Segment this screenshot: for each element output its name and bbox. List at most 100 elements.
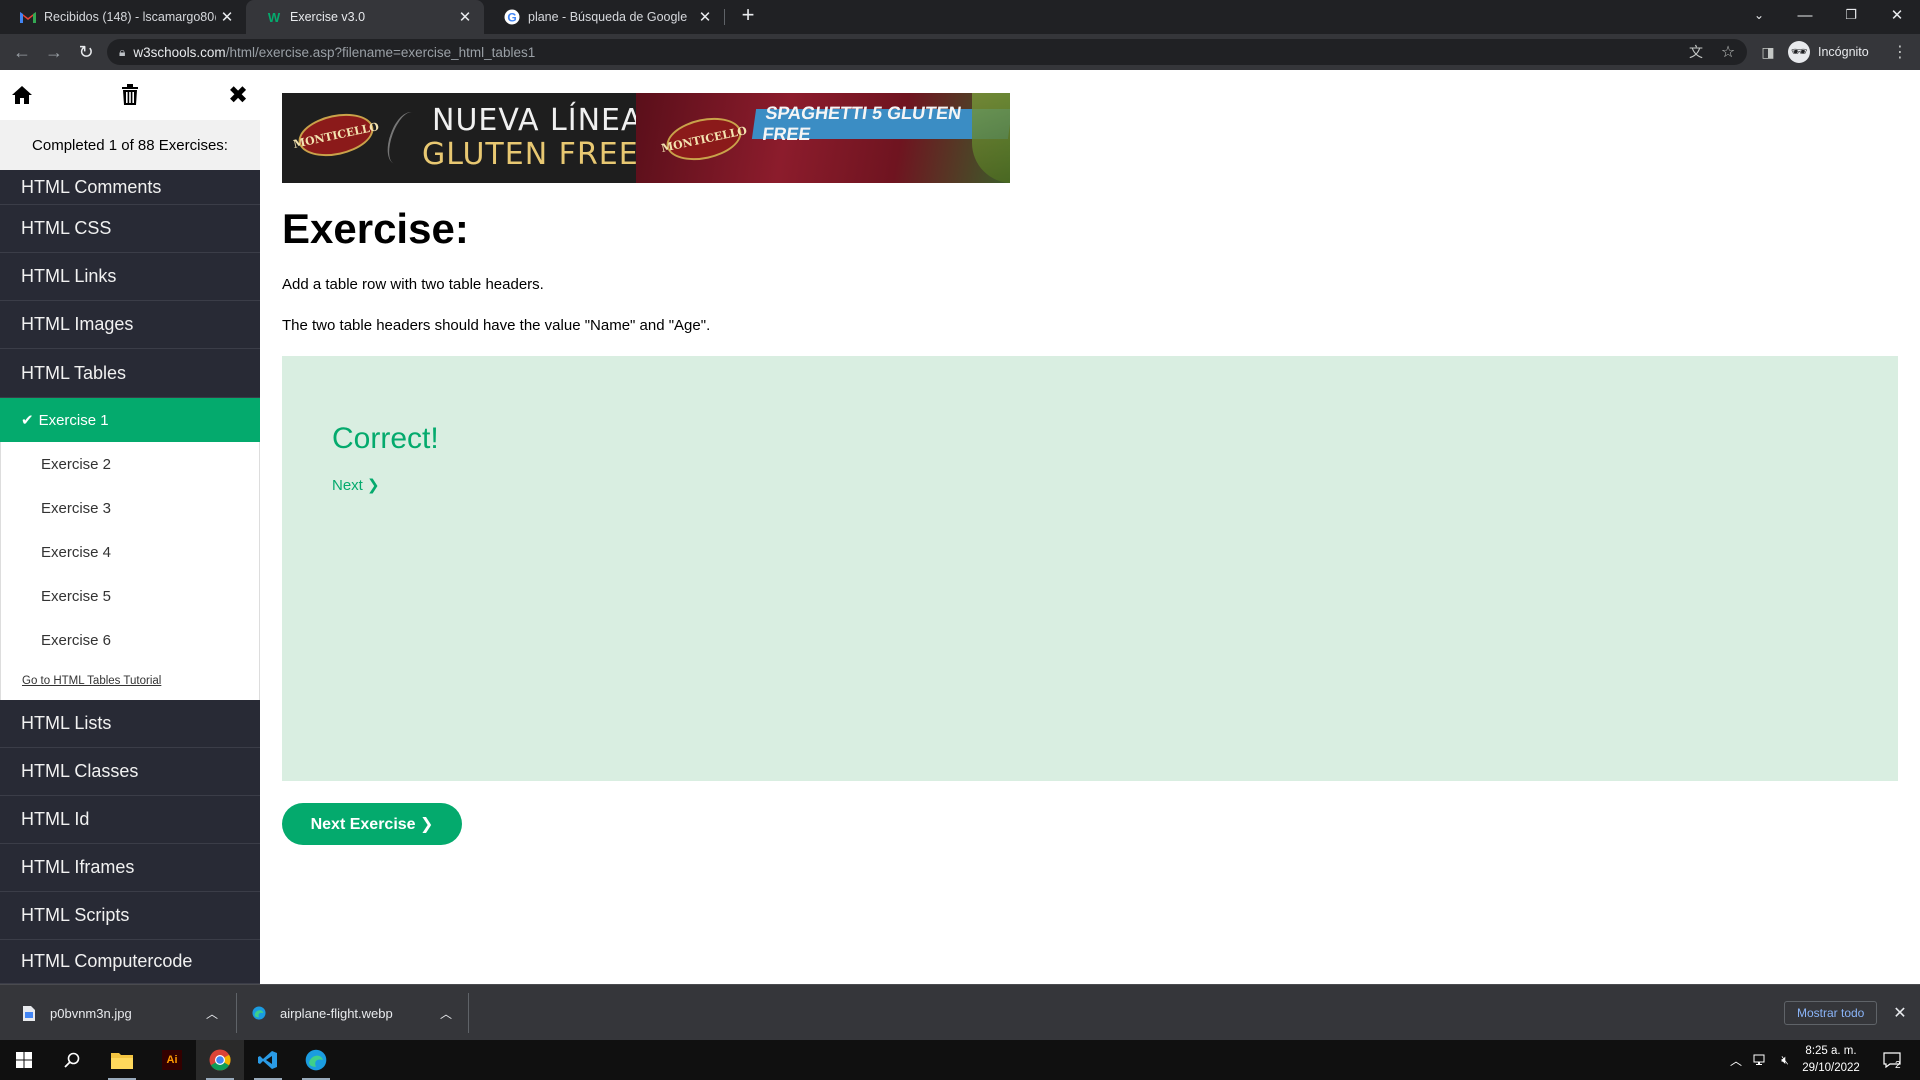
- bookmark-star-icon[interactable]: ☆: [1714, 34, 1742, 70]
- download-filename: airplane-flight.webp: [280, 1005, 393, 1021]
- close-tab-icon[interactable]: ✕: [694, 8, 716, 26]
- chapter-html-images[interactable]: HTML Images: [0, 301, 260, 349]
- edge-icon[interactable]: [292, 1040, 340, 1080]
- browser-tab-bar: Recibidos (148) - lscamargo80@ ✕ W Exerc…: [0, 0, 1920, 34]
- incognito-icon: 🕶︎: [1788, 41, 1810, 63]
- file-icon: [22, 1005, 36, 1021]
- exercise-item-6[interactable]: Exercise 6: [0, 618, 260, 662]
- exercise-item-4[interactable]: Exercise 4: [0, 530, 260, 574]
- tab-search-icon[interactable]: ⌄: [1736, 0, 1782, 30]
- address-bar[interactable]: 🔒︎ w3schools.com /html/exercise.asp?file…: [107, 39, 1747, 65]
- side-panel-icon[interactable]: ◨: [1754, 34, 1782, 70]
- result-message: Correct!: [332, 422, 439, 455]
- checkmark-icon: ✔: [21, 412, 34, 429]
- download-filename: p0bvnm3n.jpg: [50, 1005, 132, 1021]
- chapter-html-comments[interactable]: HTML Comments: [0, 170, 260, 205]
- edge-icon: [252, 1005, 266, 1021]
- exercise-label: Exercise 1: [38, 411, 109, 429]
- forward-icon[interactable]: →: [40, 34, 68, 70]
- network-icon[interactable]: [1750, 1040, 1772, 1080]
- home-icon[interactable]: [7, 80, 37, 110]
- menu-kebab-icon[interactable]: ⋮: [1886, 34, 1914, 70]
- chrome-icon[interactable]: [196, 1040, 244, 1080]
- chapter-html-computercode[interactable]: HTML Computercode: [0, 940, 260, 984]
- download-item[interactable]: p0bvnm3n.jpg ︿: [22, 985, 222, 1041]
- chevron-up-icon[interactable]: ︿: [206, 1005, 218, 1022]
- exercise-item-2[interactable]: Exercise 2: [0, 442, 260, 486]
- google-icon: G: [504, 9, 520, 25]
- next-exercise-button[interactable]: Next Exercise ❯: [282, 803, 462, 845]
- chapter-html-lists[interactable]: HTML Lists: [0, 700, 260, 748]
- back-icon[interactable]: ←: [8, 34, 36, 70]
- profile-label: Incógnito: [1818, 45, 1869, 59]
- system-clock[interactable]: 8:25 a. m. 29/10/2022: [1795, 1043, 1867, 1077]
- lock-icon: 🔒︎: [119, 44, 126, 59]
- minimize-icon[interactable]: —: [1782, 0, 1828, 30]
- ad-product-image: MONTICELLO SPAGHETTI 5 GLUTEN FREE: [636, 93, 1010, 183]
- ad-headline: NUEVA LÍNEA: [432, 103, 643, 138]
- exercise-instruction: The two table headers should have the va…: [282, 317, 711, 334]
- close-tab-icon[interactable]: ✕: [454, 8, 476, 26]
- volume-muted-icon[interactable]: 🔇︎: [1774, 1040, 1796, 1080]
- main-content: MONTICELLO NUEVA LÍNEA GLUTEN FREE MONTI…: [260, 70, 1920, 984]
- ad-subheadline: GLUTEN FREE: [422, 137, 639, 172]
- svg-text:G: G: [507, 11, 516, 25]
- chapter-html-scripts[interactable]: HTML Scripts: [0, 892, 260, 940]
- close-tab-icon[interactable]: ✕: [216, 8, 238, 26]
- windows-taskbar: Ai ︿ 🔇︎ 8:25 a. m. 29/10/2022 2: [0, 1040, 1920, 1080]
- tab-title: Recibidos (148) - lscamargo80@: [44, 10, 216, 24]
- ad-banner[interactable]: MONTICELLO NUEVA LÍNEA GLUTEN FREE MONTI…: [282, 93, 1010, 183]
- file-explorer-icon[interactable]: [98, 1040, 146, 1080]
- search-icon[interactable]: [48, 1040, 96, 1080]
- sidebar-toolbar: ✖: [0, 70, 260, 120]
- incognito-indicator[interactable]: 🕶︎ Incógnito: [1788, 40, 1869, 64]
- ad-leaf-decoration: [972, 93, 1010, 183]
- chapter-html-iframes[interactable]: HTML Iframes: [0, 844, 260, 892]
- url-path: /html/exercise.asp?filename=exercise_htm…: [225, 44, 536, 60]
- brand-logo: MONTICELLO: [292, 107, 380, 163]
- tab-google[interactable]: G plane - Búsqueda de Google ✕: [484, 0, 724, 34]
- chapter-html-css[interactable]: HTML CSS: [0, 205, 260, 253]
- restore-icon[interactable]: ❐: [1828, 0, 1874, 30]
- next-link[interactable]: Next ❯: [332, 476, 380, 494]
- tab-gmail[interactable]: Recibidos (148) - lscamargo80@ ✕: [0, 0, 246, 34]
- w3schools-icon: W: [267, 9, 281, 25]
- chapter-html-links[interactable]: HTML Links: [0, 253, 260, 301]
- notification-center-icon[interactable]: 2: [1874, 1040, 1910, 1080]
- show-all-button[interactable]: Mostrar todo: [1784, 1001, 1878, 1025]
- exercise-item-5[interactable]: Exercise 5: [0, 574, 260, 618]
- exercise-sidebar: ✖ Completed 1 of 88 Exercises: HTML Comm…: [0, 70, 260, 984]
- download-item[interactable]: airplane-flight.webp ︿: [252, 985, 452, 1041]
- gmail-icon: [20, 9, 36, 25]
- tab-exercise[interactable]: W Exercise v3.0 ✕: [246, 0, 484, 34]
- close-icon[interactable]: ✕: [1888, 1001, 1912, 1025]
- windows-start-icon[interactable]: [0, 1040, 48, 1080]
- close-window-icon[interactable]: ✕: [1874, 0, 1920, 30]
- exercise-instruction: Add a table row with two table headers.: [282, 276, 544, 293]
- reload-icon[interactable]: ↻: [72, 34, 100, 70]
- trash-icon[interactable]: [115, 80, 145, 110]
- chevron-up-icon[interactable]: ︿: [440, 1005, 452, 1022]
- close-icon[interactable]: ✖: [223, 80, 253, 110]
- result-panel: Correct! Next ❯: [282, 356, 1898, 781]
- translate-icon[interactable]: ⽂: [1682, 34, 1710, 70]
- tutorial-link[interactable]: Go to HTML Tables Tutorial: [0, 662, 260, 700]
- illustrator-icon[interactable]: Ai: [148, 1040, 196, 1080]
- exercise-item-3[interactable]: Exercise 3: [0, 486, 260, 530]
- chevron-up-icon[interactable]: ︿: [1726, 1040, 1746, 1080]
- download-bar: p0bvnm3n.jpg ︿ airplane-flight.webp ︿ Mo…: [0, 984, 1920, 1040]
- leaf-icon: [381, 108, 425, 168]
- download-separator: [236, 993, 237, 1033]
- chapter-html-classes[interactable]: HTML Classes: [0, 748, 260, 796]
- new-tab-button[interactable]: +: [726, 0, 770, 30]
- chapter-html-id[interactable]: HTML Id: [0, 796, 260, 844]
- notification-count: 2: [1895, 1060, 1901, 1071]
- exercise-item-1[interactable]: ✔ Exercise 1: [0, 398, 260, 442]
- download-separator: [468, 993, 469, 1033]
- tab-separator: [724, 9, 725, 25]
- vscode-icon[interactable]: [244, 1040, 292, 1080]
- page-title: Exercise:: [282, 205, 469, 252]
- chapter-html-tables[interactable]: HTML Tables: [0, 349, 260, 398]
- progress-text: Completed 1 of 88 Exercises:: [0, 120, 260, 170]
- tab-title: plane - Búsqueda de Google: [528, 10, 688, 24]
